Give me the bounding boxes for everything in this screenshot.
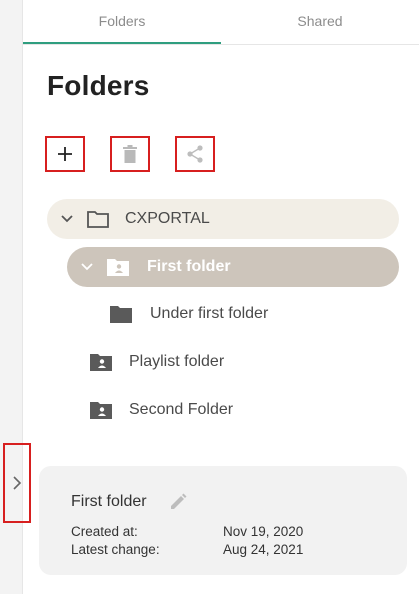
pencil-icon[interactable] — [169, 493, 187, 511]
tree-item-label: Playlist folder — [129, 353, 225, 370]
tree-item-label: First folder — [147, 258, 231, 275]
chevron-down-icon[interactable] — [81, 263, 93, 271]
share-folder-button[interactable] — [175, 136, 215, 172]
expand-panel-button[interactable] — [3, 443, 31, 523]
tree-item-label: Second Folder — [129, 401, 234, 418]
share-icon — [187, 145, 203, 163]
trash-icon — [123, 145, 137, 163]
tab-bar: Folders Shared — [23, 0, 419, 45]
tree-item-label: Under first folder — [150, 305, 269, 322]
shared-folder-icon — [107, 258, 129, 276]
tree-item-second-folder[interactable]: Second Folder — [90, 396, 233, 424]
folder-outline-icon — [87, 210, 109, 228]
created-row: Created at: Nov 19, 2020 — [71, 524, 303, 539]
chevron-down-icon[interactable] — [61, 215, 73, 223]
folder-icon — [110, 305, 132, 323]
folder-name: First folder — [71, 493, 147, 510]
delete-folder-button[interactable] — [110, 136, 150, 172]
plus-icon — [58, 147, 72, 161]
tree-item-under-first-folder[interactable]: Under first folder — [110, 300, 268, 328]
tree-item-cxportal[interactable]: CXPORTAL — [47, 199, 399, 239]
created-label: Created at: — [71, 524, 138, 539]
latest-change-row: Latest change: Aug 24, 2021 — [71, 542, 303, 557]
add-folder-button[interactable] — [45, 136, 85, 172]
tree-item-label: CXPORTAL — [125, 210, 210, 227]
chevron-right-icon — [13, 476, 22, 490]
shared-folder-icon — [90, 353, 112, 371]
tree-item-playlist-folder[interactable]: Playlist folder — [90, 348, 224, 376]
latest-change-value: Aug 24, 2021 — [223, 542, 304, 557]
shared-folder-icon — [90, 401, 112, 419]
page-title: Folders — [47, 70, 150, 101]
created-value: Nov 19, 2020 — [223, 524, 304, 539]
latest-change-label: Latest change: — [71, 542, 160, 557]
tab-folders[interactable]: Folders — [23, 0, 221, 44]
tab-shared[interactable]: Shared — [221, 0, 419, 44]
folder-details-card: First folder Created at: Nov 19, 2020 La… — [39, 466, 407, 575]
tree-item-first-folder[interactable]: First folder — [67, 247, 399, 287]
